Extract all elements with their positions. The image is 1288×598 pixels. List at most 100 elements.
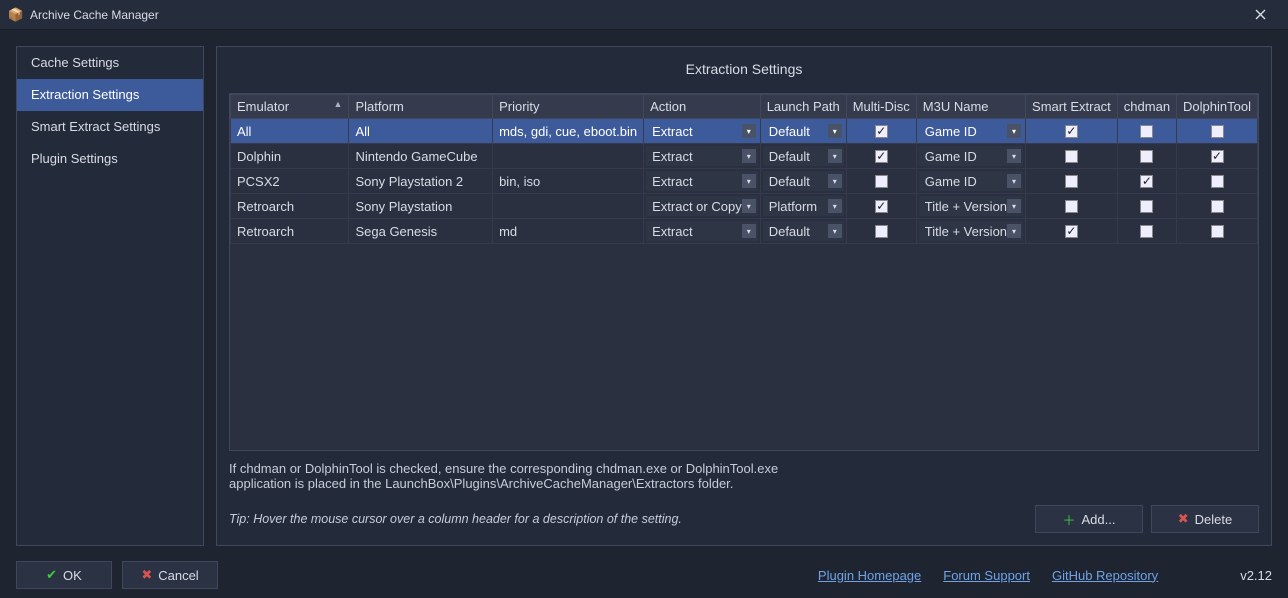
dropdown-cell[interactable]: Game ID▾ — [919, 171, 1023, 191]
dropdown-cell[interactable]: Platform▾ — [763, 196, 844, 216]
dropdown-cell[interactable]: Extract▾ — [646, 171, 758, 191]
add-button[interactable]: ＋ Add... — [1035, 505, 1143, 533]
dropdown-cell[interactable]: Default▾ — [763, 146, 844, 166]
checkbox-cell[interactable] — [1032, 200, 1111, 213]
delete-button[interactable]: ✖ Delete — [1151, 505, 1259, 533]
col-chdman[interactable]: chdman — [1117, 95, 1176, 119]
dropdown-cell[interactable]: Extract▾ — [646, 221, 758, 241]
col-dolphin-tool[interactable]: DolphinTool — [1177, 95, 1258, 119]
dropdown-cell[interactable]: Default▾ — [763, 221, 844, 241]
cell-launch-path[interactable]: Default▾ — [760, 219, 846, 244]
link-forum-support[interactable]: Forum Support — [943, 568, 1030, 583]
cell-action[interactable]: Extract▾ — [644, 144, 761, 169]
cell-platform[interactable]: Sega Genesis — [349, 219, 493, 244]
cell-multi-disc[interactable]: ✓ — [846, 194, 916, 219]
cell-priority[interactable] — [493, 144, 644, 169]
dropdown-cell[interactable]: Extract▾ — [646, 146, 758, 166]
checkbox-cell[interactable] — [1124, 125, 1170, 138]
cell-chdman[interactable] — [1117, 144, 1176, 169]
col-multi-disc[interactable]: Multi-Disc — [846, 95, 916, 119]
sidebar-item-smart[interactable]: Smart Extract Settings — [17, 111, 203, 143]
cell-dolphin-tool[interactable]: ✓ — [1177, 144, 1258, 169]
cell-smart-extract[interactable]: ✓ — [1026, 219, 1118, 244]
link-github-repository[interactable]: GitHub Repository — [1052, 568, 1158, 583]
checkbox-cell[interactable] — [1183, 200, 1251, 213]
sidebar-item-extraction[interactable]: Extraction Settings — [17, 79, 203, 111]
checkbox-cell[interactable] — [1032, 150, 1111, 163]
sidebar-item-plugin[interactable]: Plugin Settings — [17, 143, 203, 175]
checkbox-cell[interactable] — [853, 175, 910, 188]
cell-smart-extract[interactable] — [1026, 194, 1118, 219]
table-row[interactable]: PCSX2Sony Playstation 2bin, isoExtract▾D… — [231, 169, 1258, 194]
checkbox-cell[interactable] — [853, 225, 910, 238]
cell-m3u-name[interactable]: Game ID▾ — [916, 169, 1025, 194]
link-plugin-homepage[interactable]: Plugin Homepage — [818, 568, 921, 583]
cell-action[interactable]: Extract▾ — [644, 219, 761, 244]
cell-platform[interactable]: All — [349, 119, 493, 144]
cell-platform[interactable]: Nintendo GameCube — [349, 144, 493, 169]
checkbox-cell[interactable] — [1124, 225, 1170, 238]
cell-dolphin-tool[interactable] — [1177, 194, 1258, 219]
cell-emulator[interactable]: Dolphin — [231, 144, 349, 169]
cell-multi-disc[interactable]: ✓ — [846, 144, 916, 169]
checkbox-cell[interactable]: ✓ — [1183, 150, 1251, 163]
cell-m3u-name[interactable]: Title + Version▾ — [916, 219, 1025, 244]
checkbox-cell[interactable]: ✓ — [1032, 225, 1111, 238]
cell-multi-disc[interactable]: ✓ — [846, 119, 916, 144]
checkbox-cell[interactable]: ✓ — [853, 200, 910, 213]
cell-dolphin-tool[interactable] — [1177, 169, 1258, 194]
cell-priority[interactable]: mds, gdi, cue, eboot.bin — [493, 119, 644, 144]
cell-m3u-name[interactable]: Title + Version▾ — [916, 194, 1025, 219]
cell-platform[interactable]: Sony Playstation 2 — [349, 169, 493, 194]
cell-platform[interactable]: Sony Playstation — [349, 194, 493, 219]
col-emulator[interactable]: Emulator▲ — [231, 95, 349, 119]
table-row[interactable]: DolphinNintendo GameCube Extract▾Default▾… — [231, 144, 1258, 169]
cell-chdman[interactable] — [1117, 219, 1176, 244]
cell-smart-extract[interactable] — [1026, 169, 1118, 194]
checkbox-cell[interactable] — [1032, 175, 1111, 188]
checkbox-cell[interactable] — [1183, 225, 1251, 238]
cell-priority[interactable]: md — [493, 219, 644, 244]
cell-smart-extract[interactable] — [1026, 144, 1118, 169]
checkbox-cell[interactable]: ✓ — [1124, 175, 1170, 188]
cell-emulator[interactable]: Retroarch — [231, 219, 349, 244]
col-launch-path[interactable]: Launch Path — [760, 95, 846, 119]
col-m3u-name[interactable]: M3U Name — [916, 95, 1025, 119]
cell-chdman[interactable] — [1117, 119, 1176, 144]
cell-dolphin-tool[interactable] — [1177, 119, 1258, 144]
cell-dolphin-tool[interactable] — [1177, 219, 1258, 244]
table-row[interactable]: RetroarchSega GenesismdExtract▾Default▾ T… — [231, 219, 1258, 244]
cell-multi-disc[interactable] — [846, 169, 916, 194]
cell-emulator[interactable]: Retroarch — [231, 194, 349, 219]
dropdown-cell[interactable]: Game ID▾ — [919, 146, 1023, 166]
col-priority[interactable]: Priority — [493, 95, 644, 119]
cell-launch-path[interactable]: Platform▾ — [760, 194, 846, 219]
dropdown-cell[interactable]: Default▾ — [763, 121, 844, 141]
checkbox-cell[interactable] — [1183, 125, 1251, 138]
checkbox-cell[interactable] — [1183, 175, 1251, 188]
cell-multi-disc[interactable] — [846, 219, 916, 244]
table-row[interactable]: AllAllmds, gdi, cue, eboot.binExtract▾De… — [231, 119, 1258, 144]
dropdown-cell[interactable]: Extract or Copy▾ — [646, 196, 758, 216]
cell-launch-path[interactable]: Default▾ — [760, 144, 846, 169]
close-button[interactable] — [1240, 1, 1280, 29]
dropdown-cell[interactable]: Extract▾ — [646, 121, 758, 141]
table-row[interactable]: RetroarchSony Playstation Extract or Copy… — [231, 194, 1258, 219]
cell-chdman[interactable] — [1117, 194, 1176, 219]
col-platform[interactable]: Platform — [349, 95, 493, 119]
cell-launch-path[interactable]: Default▾ — [760, 119, 846, 144]
cell-emulator[interactable]: All — [231, 119, 349, 144]
dropdown-cell[interactable]: Game ID▾ — [919, 121, 1023, 141]
checkbox-cell[interactable]: ✓ — [853, 150, 910, 163]
ok-button[interactable]: ✔ OK — [16, 561, 112, 589]
sidebar-item-cache[interactable]: Cache Settings — [17, 47, 203, 79]
checkbox-cell[interactable] — [1124, 150, 1170, 163]
dropdown-cell[interactable]: Title + Version▾ — [919, 221, 1023, 241]
cell-action[interactable]: Extract▾ — [644, 119, 761, 144]
cell-action[interactable]: Extract▾ — [644, 169, 761, 194]
cell-chdman[interactable]: ✓ — [1117, 169, 1176, 194]
dropdown-cell[interactable]: Default▾ — [763, 171, 844, 191]
checkbox-cell[interactable]: ✓ — [853, 125, 910, 138]
cell-emulator[interactable]: PCSX2 — [231, 169, 349, 194]
checkbox-cell[interactable]: ✓ — [1032, 125, 1111, 138]
